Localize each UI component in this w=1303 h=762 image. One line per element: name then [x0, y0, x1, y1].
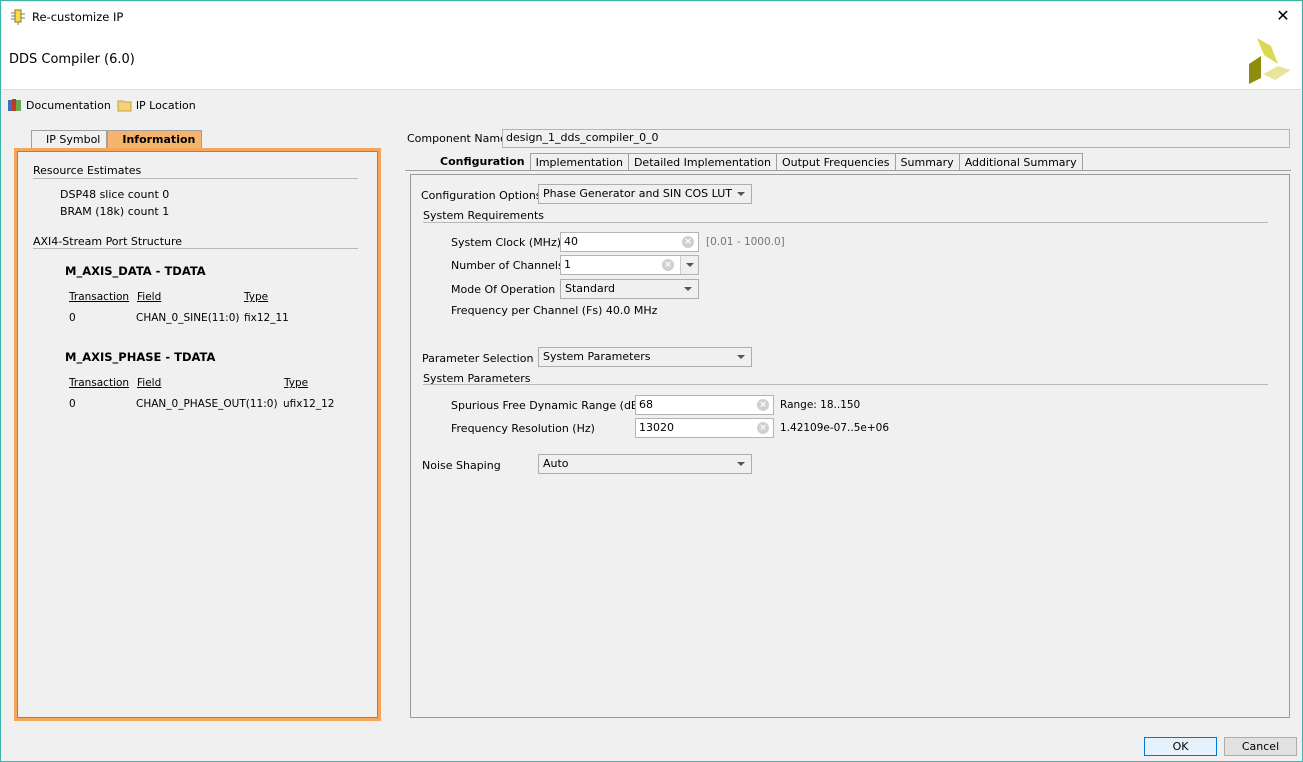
- freq-resolution-input[interactable]: 13020 ×: [635, 418, 774, 438]
- system-clock-range: [0.01 - 1000.0]: [706, 236, 785, 248]
- port-title: M_AXIS_DATA - TDATA: [65, 264, 206, 278]
- clear-icon[interactable]: ×: [682, 236, 694, 248]
- mode-of-operation-select[interactable]: Standard: [560, 279, 699, 299]
- system-clock-input[interactable]: 40 ×: [560, 232, 699, 252]
- divider: [33, 248, 358, 249]
- num-channels-value: 1: [564, 258, 571, 271]
- system-requirements-heading: System Requirements: [423, 209, 544, 222]
- ip-icon: [10, 9, 26, 25]
- documentation-button[interactable]: Documentation: [7, 98, 111, 112]
- information-panel: Resource Estimates DSP48 slice count 0 B…: [14, 148, 381, 721]
- close-icon[interactable]: ✕: [1273, 6, 1293, 26]
- column-header: Type: [284, 377, 309, 389]
- tab-additional-summary[interactable]: Additional Summary: [958, 153, 1083, 171]
- folder-icon: [117, 98, 133, 112]
- ip-title: DDS Compiler (6.0): [9, 52, 135, 67]
- column-header: Transaction: [69, 377, 130, 389]
- config-options-select[interactable]: Phase Generator and SIN COS LUT: [538, 184, 752, 204]
- tab-summary[interactable]: Summary: [894, 153, 960, 171]
- config-options-label: Configuration Options: [421, 189, 542, 202]
- parameter-selection-label: Parameter Selection: [422, 352, 534, 365]
- books-icon: [7, 98, 23, 112]
- divider: [423, 384, 1268, 385]
- xilinx-logo-icon: [1245, 36, 1295, 86]
- chevron-down-icon: [684, 287, 692, 291]
- ip-location-button[interactable]: IP Location: [117, 98, 196, 112]
- divider: [33, 178, 358, 179]
- config-tab-bar: Configuration Implementation Detailed Im…: [412, 153, 1083, 171]
- system-clock-label: System Clock (MHz): [451, 236, 562, 249]
- cancel-button[interactable]: Cancel: [1224, 737, 1297, 756]
- sfdr-label: Spurious Free Dynamic Range (dB): [451, 399, 643, 412]
- left-tab-bar: IP Symbol Information: [31, 130, 203, 148]
- tab-output-frequencies[interactable]: Output Frequencies: [775, 153, 896, 171]
- tab-information[interactable]: Information: [107, 130, 203, 148]
- config-options-value: Phase Generator and SIN COS LUT: [543, 187, 733, 200]
- table-cell: 0: [69, 312, 76, 324]
- chevron-down-icon: [737, 192, 745, 196]
- num-channels-label: Number of Channels: [451, 259, 564, 272]
- window-title: Re-customize IP: [32, 10, 124, 24]
- clear-icon[interactable]: ×: [662, 259, 674, 271]
- tab-ip-symbol[interactable]: IP Symbol: [31, 130, 108, 148]
- sfdr-range: Range: 18..150: [780, 399, 861, 411]
- table-cell: CHAN_0_SINE(11:0): [136, 312, 240, 324]
- port-title: M_AXIS_PHASE - TDATA: [65, 350, 216, 364]
- noise-shaping-select[interactable]: Auto: [538, 454, 752, 474]
- column-header: Field: [137, 377, 162, 389]
- mode-of-operation-label: Mode Of Operation: [451, 283, 556, 296]
- mode-value: Standard: [565, 282, 616, 295]
- documentation-label: Documentation: [26, 98, 111, 112]
- freq-resolution-value: 13020: [639, 421, 674, 434]
- param-selection-value: System Parameters: [543, 350, 651, 363]
- tab-detailed-implementation[interactable]: Detailed Implementation: [627, 153, 777, 171]
- table-cell: CHAN_0_PHASE_OUT(11:0): [136, 398, 278, 410]
- title-bar: Re-customize IP ✕: [2, 2, 1301, 32]
- tab-configuration[interactable]: Configuration: [412, 153, 531, 171]
- clear-icon[interactable]: ×: [757, 422, 769, 434]
- chevron-down-icon[interactable]: [680, 256, 698, 274]
- toolbar: Documentation IP Location: [7, 96, 196, 114]
- freq-resolution-label: Frequency Resolution (Hz): [451, 422, 595, 435]
- freq-resolution-range: 1.42109e-07..5e+06: [780, 422, 890, 434]
- sfdr-value: 68: [639, 398, 653, 411]
- column-header: Type: [244, 291, 269, 303]
- port-structure-heading: AXI4-Stream Port Structure: [33, 235, 183, 248]
- re-customize-ip-dialog: Re-customize IP ✕ DDS Compiler (6.0) Doc…: [0, 0, 1303, 762]
- noise-shaping-label: Noise Shaping: [422, 459, 501, 472]
- divider: [405, 170, 1291, 171]
- resource-estimates-heading: Resource Estimates: [33, 164, 142, 177]
- chevron-down-icon: [737, 462, 745, 466]
- table-cell: 0: [69, 398, 76, 410]
- system-clock-value: 40: [564, 235, 578, 248]
- tab-implementation[interactable]: Implementation: [529, 153, 629, 171]
- divider: [423, 222, 1268, 223]
- component-name-input[interactable]: design_1_dds_compiler_0_0: [502, 129, 1290, 148]
- ok-button[interactable]: OK: [1144, 737, 1217, 756]
- column-header: Field: [137, 291, 162, 303]
- ip-location-label: IP Location: [135, 98, 196, 112]
- parameter-selection-select[interactable]: System Parameters: [538, 347, 752, 367]
- clear-icon[interactable]: ×: [757, 399, 769, 411]
- sfdr-input[interactable]: 68 ×: [635, 395, 774, 415]
- dsp48-count: DSP48 slice count 0: [60, 188, 170, 201]
- table-cell: ufix12_12: [283, 398, 335, 410]
- num-channels-combo[interactable]: 1 ×: [560, 255, 699, 275]
- column-header: Transaction: [69, 291, 130, 303]
- component-name-label: Component Name: [407, 132, 507, 145]
- bram-count: BRAM (18k) count 1: [60, 205, 170, 218]
- noise-shaping-value: Auto: [543, 457, 569, 470]
- ip-header: DDS Compiler (6.0): [2, 32, 1301, 90]
- chevron-down-icon: [737, 355, 745, 359]
- frequency-per-channel: Frequency per Channel (Fs) 40.0 MHz: [451, 304, 658, 317]
- configuration-panel: Configuration Options Phase Generator an…: [410, 174, 1290, 718]
- table-cell: fix12_11: [244, 312, 289, 324]
